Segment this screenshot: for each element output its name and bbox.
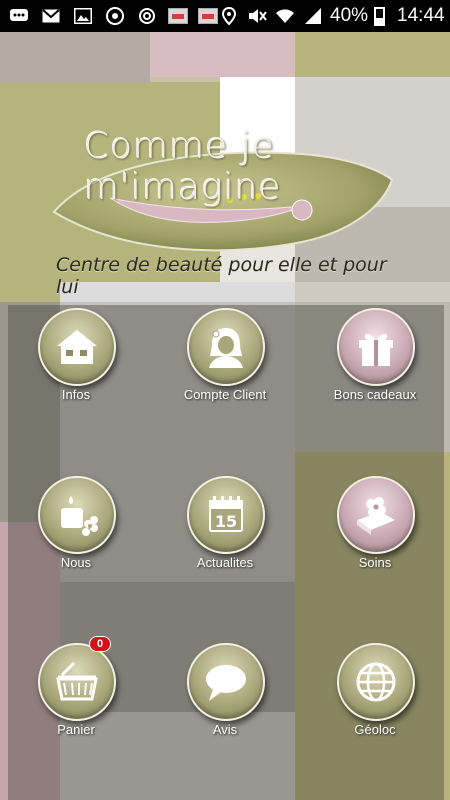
basket-icon	[38, 643, 116, 721]
woman-icon	[187, 308, 265, 386]
calendar-day: 15	[215, 512, 237, 531]
compte-client-button[interactable]: Compte Client	[160, 308, 290, 408]
home-icon	[38, 308, 116, 386]
logo-title: Comme je m'imagine	[84, 126, 282, 208]
panier-button[interactable]: 0 Panier	[11, 636, 141, 743]
bons-cadeaux-label: Bons cadeaux	[333, 387, 417, 402]
nous-label: Nous	[60, 555, 92, 570]
actualites-label: Actualites	[196, 555, 254, 570]
infos-button[interactable]: Infos	[11, 308, 141, 408]
wifi-icon	[274, 7, 296, 25]
speech-bubble-icon	[187, 643, 265, 721]
thumbnail-icon	[198, 8, 218, 24]
calendar-icon: 15	[187, 476, 265, 554]
gift-icon	[337, 308, 415, 386]
logo-subtitle: Centre de beauté pour elle et pour lui	[56, 254, 387, 298]
gmail-icon	[40, 7, 62, 25]
soins-button[interactable]: Soins	[310, 476, 440, 576]
signal-icon	[302, 7, 324, 25]
bons-cadeaux-button[interactable]: Bons cadeaux	[310, 308, 440, 408]
avis-button[interactable]: Avis	[160, 643, 290, 743]
battery-percent: 40%	[330, 5, 369, 26]
panier-label: Panier	[57, 722, 95, 737]
clock: 14:44	[397, 5, 445, 26]
logo: Comme je m'imagine Centre de beauté pour…	[40, 120, 410, 300]
battery-icon	[374, 6, 386, 26]
cart-count-badge: 0	[89, 636, 111, 652]
chrome-icon	[104, 7, 126, 25]
thumbnail-icon	[168, 8, 188, 24]
sync-icon	[136, 7, 158, 25]
gallery-icon	[72, 7, 94, 25]
nous-button[interactable]: Nous	[11, 476, 141, 576]
status-bar: 40% 14:44	[0, 0, 450, 32]
soins-label: Soins	[358, 555, 392, 570]
geoloc-label: Géoloc	[354, 722, 396, 737]
towel-flower-icon	[337, 476, 415, 554]
candle-flower-icon	[38, 476, 116, 554]
globe-icon	[337, 643, 415, 721]
actualites-button[interactable]: 15 Actualites	[160, 476, 290, 576]
chat-icon	[8, 7, 30, 25]
infos-label: Infos	[61, 387, 91, 402]
mute-icon	[246, 7, 268, 25]
compte-client-label: Compte Client	[183, 387, 267, 402]
geoloc-button[interactable]: Géoloc	[310, 643, 440, 743]
location-icon	[218, 7, 240, 25]
avis-label: Avis	[212, 722, 238, 737]
